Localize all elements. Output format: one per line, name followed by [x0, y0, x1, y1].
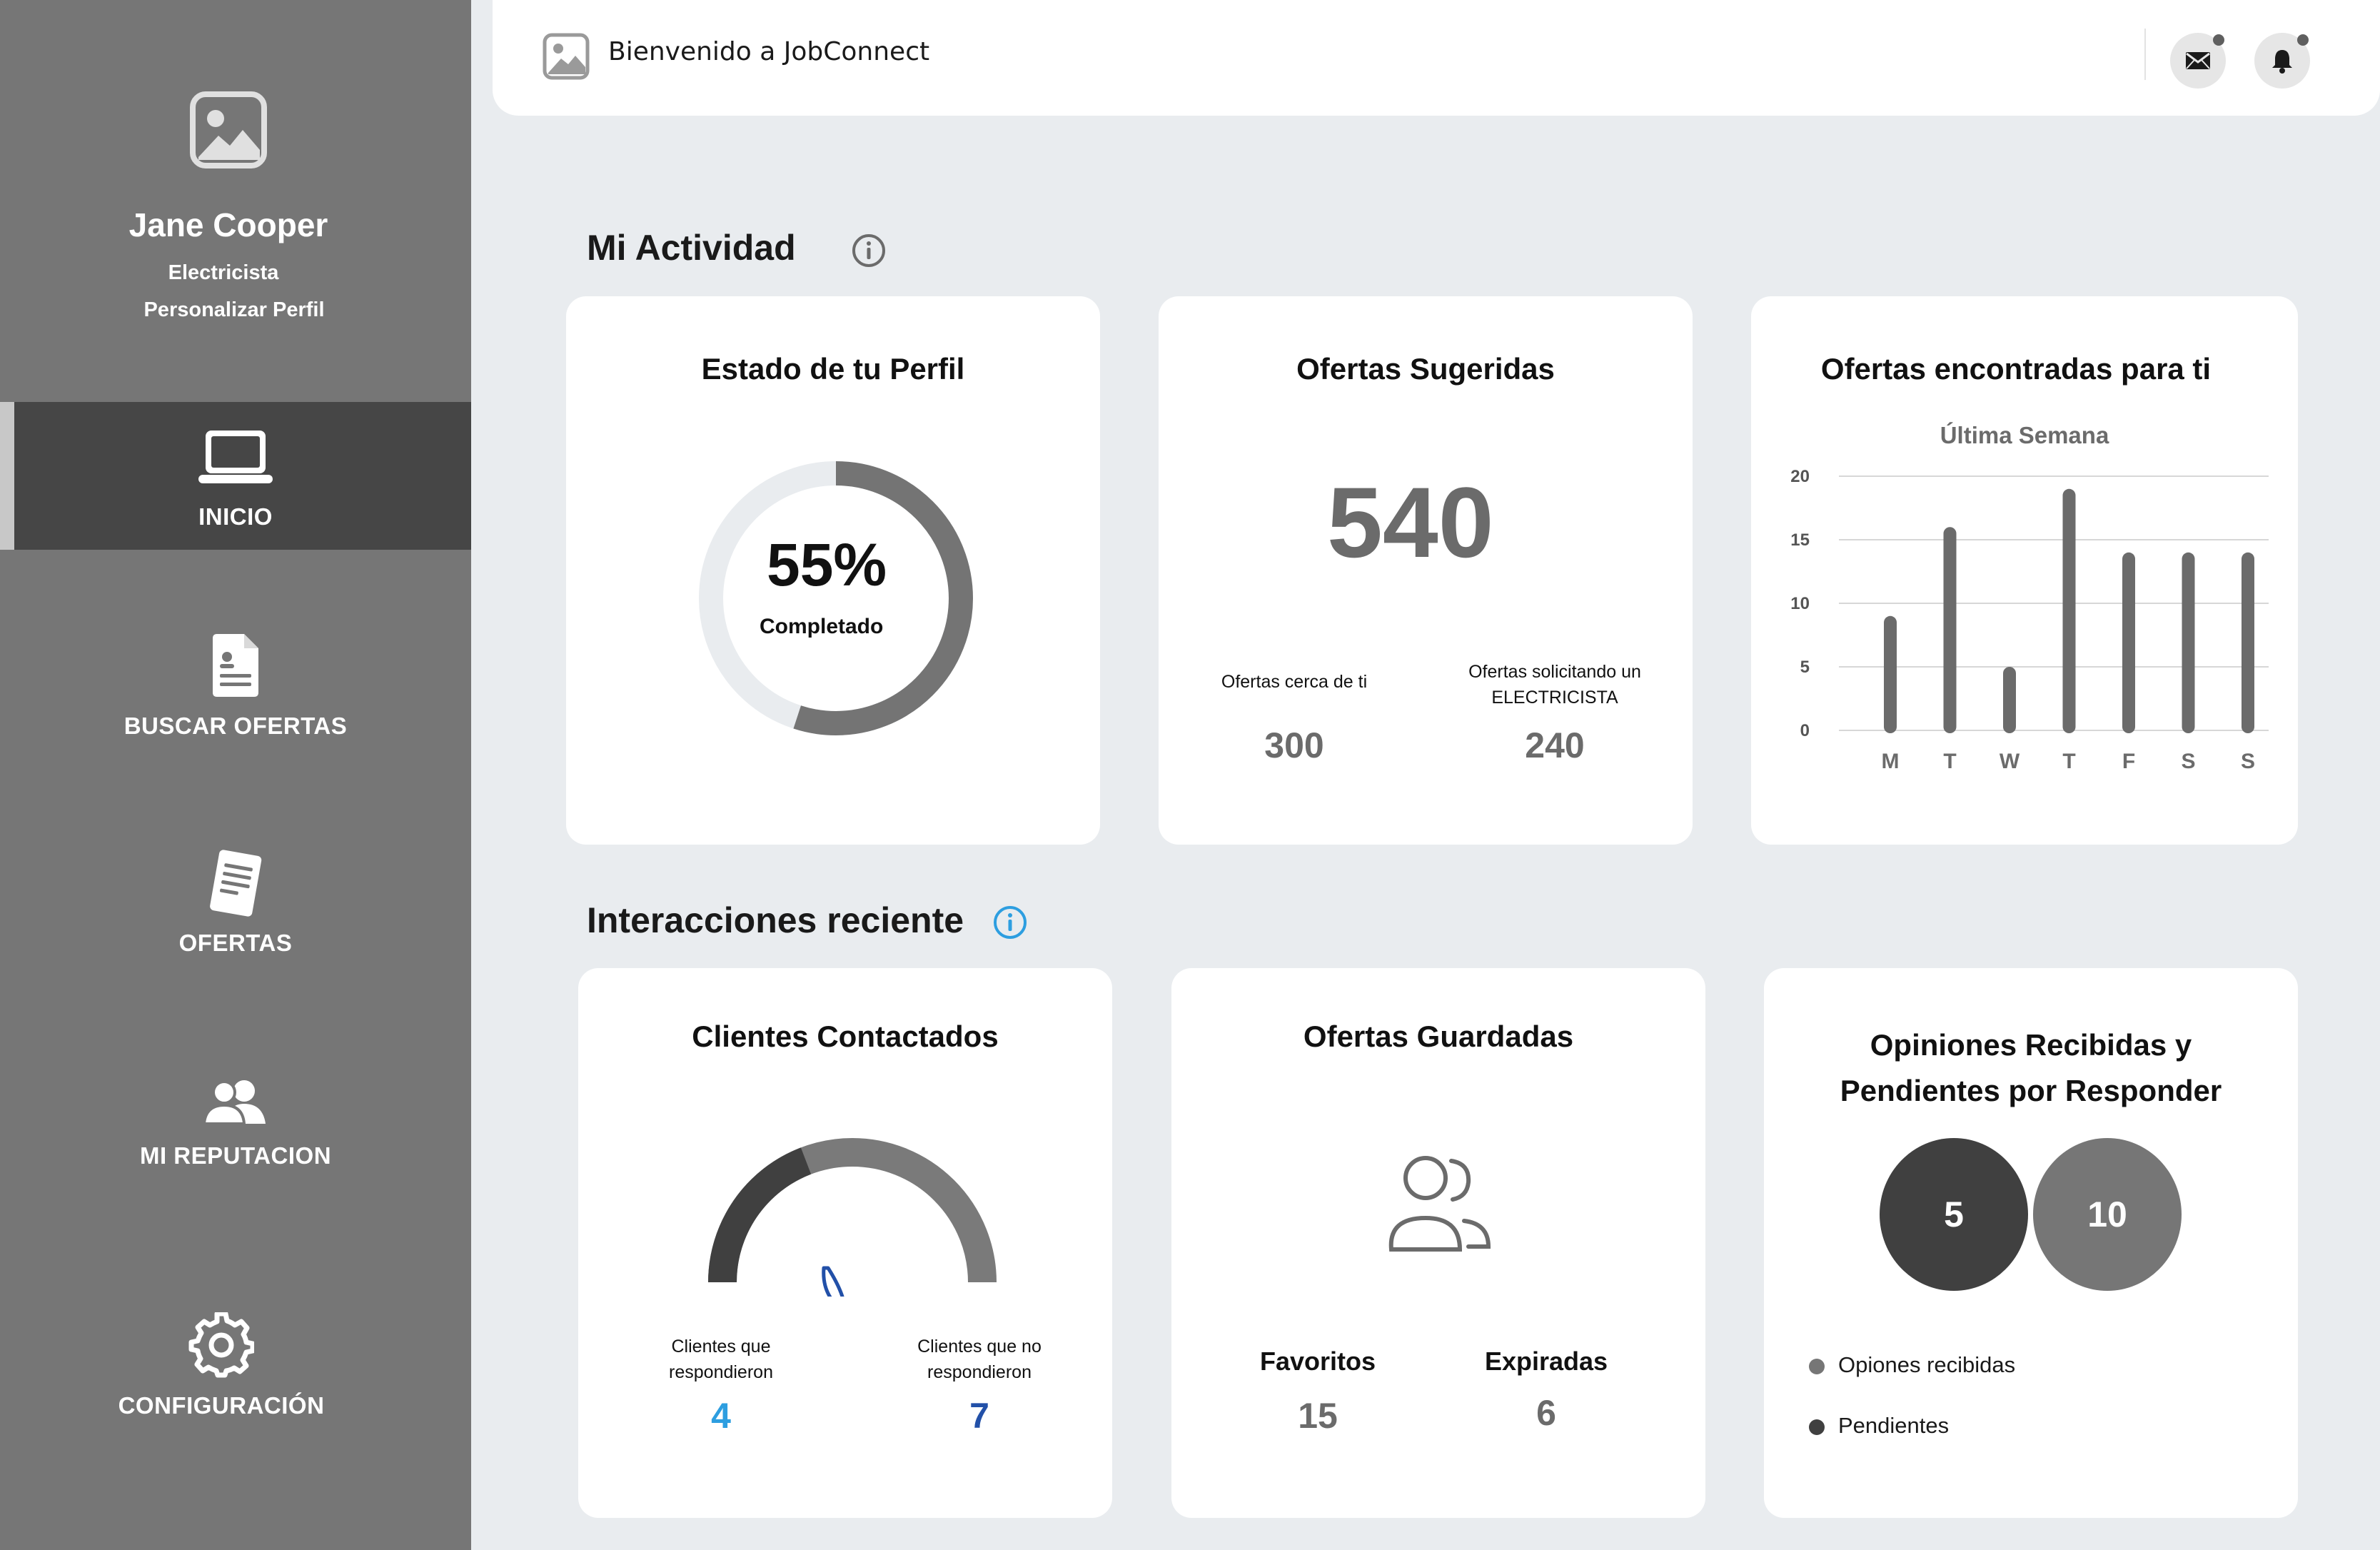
profile-name: Jane Cooper: [128, 206, 328, 243]
notification-dot: [2297, 34, 2309, 46]
weekly-offers-bar-chart: 0 5 10 15 20 M T W T F S S: [1790, 467, 2269, 773]
y-tick-label: 20: [1790, 467, 1810, 486]
mail-icon: [2186, 52, 2210, 69]
sidebar-item-configuracion[interactable]: CONFIGURACIÓN: [0, 1312, 443, 1426]
sidebar-item-buscar-ofertas[interactable]: BUSCAR OFERTAS: [0, 633, 471, 747]
sidebar-item-ofertas[interactable]: OFERTAS: [0, 850, 471, 964]
info-icon[interactable]: [992, 905, 1028, 940]
clients-contacted-card: Clientes Contactados Clientes que respon…: [578, 968, 1112, 1518]
card-title: Clientes Contactados: [692, 1020, 999, 1053]
card-title: Opiniones Recibidas y Pendientes por Res…: [1764, 1022, 2298, 1114]
x-tick-label: W: [2000, 750, 2020, 773]
x-tick-label: T: [1943, 750, 1956, 773]
sidebar-item-mi-reputacion[interactable]: MI REPUTACION: [0, 1078, 471, 1192]
x-tick-label: F: [2122, 750, 2135, 773]
requesting-value: 240: [1525, 725, 1585, 765]
app-logo-icon: [543, 33, 590, 80]
note-icon: [210, 850, 262, 917]
bar: [2242, 552, 2254, 733]
sidebar: Jane Cooper Electricista Personalizar Pe…: [0, 0, 471, 1550]
bar: [2182, 552, 2195, 733]
requesting-label: Ofertas solicitando un ELECTRICISTA: [1444, 659, 1665, 710]
sidebar-item-inicio[interactable]: INICIO: [0, 402, 471, 550]
x-tick-label: S: [2241, 750, 2255, 773]
welcome-title: Bienvenido a JobConnect: [608, 37, 930, 66]
sidebar-item-label: BUSCAR OFERTAS: [123, 713, 348, 739]
profile-percent-label: Completado: [760, 615, 884, 638]
bar: [2062, 488, 2076, 733]
responded-label-line1: Clientes que: [671, 1337, 771, 1357]
sidebar-item-label: OFERTAS: [178, 930, 293, 956]
suggested-total: 540: [1327, 466, 1494, 578]
document-icon: [213, 634, 258, 697]
pending-count-circle: 10: [2033, 1138, 2182, 1291]
customize-profile-link[interactable]: Personalizar Perfil: [0, 298, 468, 322]
reviews-title-line1: Opiniones Recibidas y: [1870, 1028, 2192, 1062]
sidebar-item-label: INICIO: [198, 503, 273, 530]
suggested-offers-card: Ofertas Sugeridas 540 Ofertas cerca de t…: [1159, 296, 1693, 845]
requesting-label-line2: ELECTRICISTA: [1491, 688, 1618, 708]
legend-received: Opiones recibidas: [1838, 1352, 2016, 1377]
y-tick-label: 0: [1800, 721, 1810, 740]
clients-gauge: [708, 1138, 997, 1297]
received-count-circle: 5: [1880, 1138, 2028, 1291]
not-responded-label: Clientes que no respondieron: [872, 1334, 1086, 1385]
x-tick-label: T: [2062, 750, 2075, 773]
users-icon: [203, 1080, 266, 1125]
divider: [2144, 29, 2146, 80]
saved-offers-card: Ofertas Guardadas Favoritos 15 Expiradas…: [1171, 968, 1705, 1518]
responded-label: Clientes que respondieron: [621, 1334, 821, 1385]
section-title-interactions: Interacciones reciente: [587, 900, 964, 940]
section-title-activity: Mi Actividad: [587, 228, 796, 268]
bar: [1943, 527, 1957, 733]
legend-dot-pending: [1809, 1419, 1825, 1435]
not-responded-label-line1: Clientes que no: [917, 1337, 1042, 1357]
messages-button[interactable]: [2170, 33, 2226, 89]
notifications-button[interactable]: [2254, 33, 2310, 89]
info-icon[interactable]: [851, 233, 887, 268]
responded-label-line2: respondieron: [669, 1362, 773, 1382]
x-tick-label: M: [1882, 750, 1900, 773]
laptop-icon: [198, 431, 273, 483]
favorites-value: 15: [1298, 1396, 1338, 1436]
card-title: Estado de tu Perfil: [701, 352, 965, 386]
expired-value: 6: [1536, 1393, 1556, 1433]
top-bar: Bienvenido a JobConnect: [493, 0, 2380, 116]
card-title: Ofertas Sugeridas: [1296, 352, 1555, 386]
users-outline-icon: [1388, 1156, 1491, 1252]
not-responded-label-line2: respondieron: [927, 1362, 1032, 1382]
requesting-label-line1: Ofertas solicitando un: [1468, 662, 1641, 682]
bar: [2003, 667, 2016, 733]
y-tick-label: 5: [1800, 658, 1810, 677]
y-tick-label: 10: [1790, 594, 1810, 613]
bar: [1884, 615, 1897, 733]
notification-dot: [2213, 34, 2224, 46]
near-offers-value: 300: [1264, 725, 1324, 765]
profile-status-card: Estado de tu Perfil 55% Completado: [566, 296, 1100, 845]
sidebar-item-label: MI REPUTACION: [139, 1142, 332, 1169]
reviews-card: Opiniones Recibidas y Pendientes por Res…: [1764, 968, 2298, 1518]
x-tick-label: S: [2181, 750, 2195, 773]
profile-image-icon: [190, 91, 267, 168]
legend-pending: Pendientes: [1838, 1413, 1950, 1438]
responded-value: 4: [711, 1396, 731, 1436]
card-title: Ofertas Guardadas: [1303, 1020, 1574, 1053]
profile-role: Electricista: [168, 261, 279, 284]
expired-label: Expiradas: [1484, 1347, 1608, 1376]
not-responded-value: 7: [969, 1396, 989, 1436]
bell-icon: [2272, 50, 2292, 74]
legend-dot-received: [1809, 1359, 1825, 1374]
near-offers-label: Ofertas cerca de ti: [1221, 672, 1368, 692]
profile-percent: 55%: [767, 531, 887, 598]
sidebar-item-label: CONFIGURACIÓN: [118, 1392, 325, 1419]
gear-icon: [188, 1312, 254, 1378]
favorites-label: Favoritos: [1259, 1347, 1376, 1376]
bar: [2122, 552, 2135, 733]
found-offers-card: Ofertas encontradas para ti Última Seman…: [1751, 296, 2298, 845]
y-tick-label: 15: [1790, 530, 1810, 550]
reviews-title-line2: Pendientes por Responder: [1840, 1074, 2222, 1107]
